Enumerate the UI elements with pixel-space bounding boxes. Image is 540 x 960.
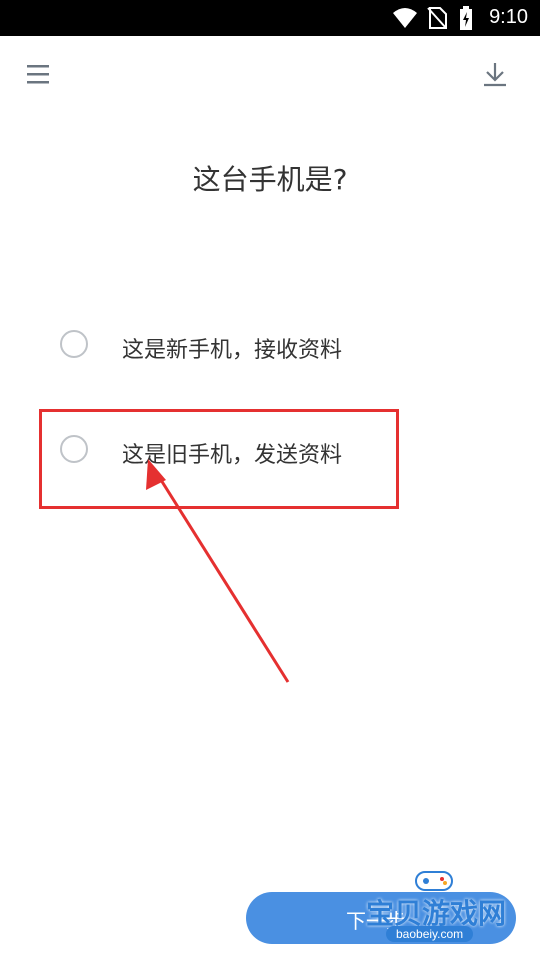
option-label: 这是旧手机，发送资料 bbox=[122, 443, 343, 468]
battery-charging-icon bbox=[460, 6, 472, 30]
annotation-arrow bbox=[146, 459, 290, 683]
page-title: 这台手机是? bbox=[192, 163, 348, 196]
option-old-phone[interactable]: 这是旧手机，发送资料 bbox=[56, 427, 476, 477]
radio-button[interactable] bbox=[60, 330, 88, 358]
next-button-label: 下一步 bbox=[346, 909, 406, 933]
hamburger-menu-icon[interactable] bbox=[26, 62, 52, 88]
radio-button[interactable] bbox=[60, 435, 88, 463]
status-bar: 9:10 bbox=[0, 0, 540, 36]
wifi-icon bbox=[393, 8, 417, 28]
option-label: 这是新手机，接收资料 bbox=[122, 338, 343, 363]
no-sim-icon bbox=[427, 7, 447, 29]
download-icon[interactable] bbox=[480, 60, 510, 90]
toolbar bbox=[0, 36, 540, 116]
next-button[interactable]: 下一步 bbox=[246, 892, 516, 944]
status-time: 9:10 bbox=[489, 6, 528, 28]
option-new-phone[interactable]: 这是新手机，接收资料 bbox=[56, 322, 476, 372]
gamepad-icon bbox=[415, 871, 453, 891]
